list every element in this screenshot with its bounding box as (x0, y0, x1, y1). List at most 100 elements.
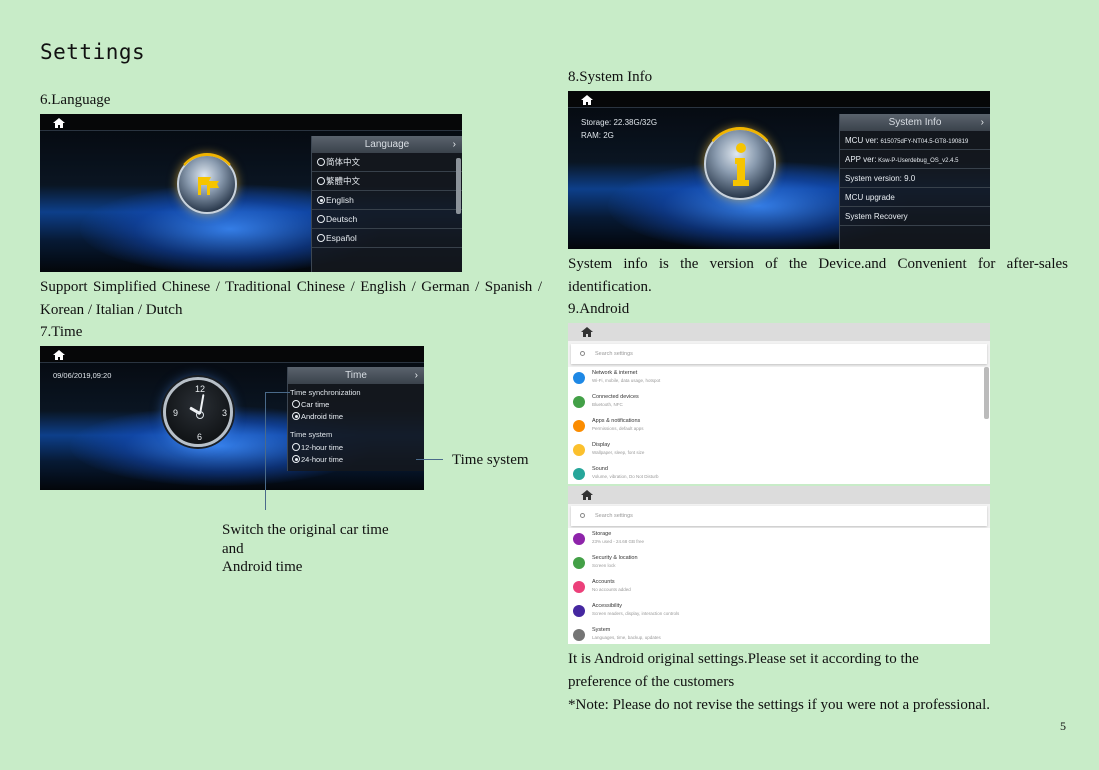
settings-list-item[interactable]: Network & internet Wi-Fi, mobile, data us… (568, 367, 990, 391)
settings-list-item[interactable]: Connected devices Bluetooth, NFC (568, 391, 990, 415)
storage-readout: Storage: 22.38G/32G (581, 118, 658, 127)
settings-item-title: Storage (592, 531, 612, 537)
time-system-option[interactable]: 24-hour time (292, 454, 343, 466)
radio-unchecked-icon[interactable] (292, 400, 300, 408)
system-info-section-label: 8.System Info (568, 69, 653, 85)
scrollbar[interactable] (456, 158, 461, 214)
android-settings-screenshot-1: Search settings Network & internet Wi-Fi,… (568, 323, 990, 484)
home-icon (581, 95, 593, 105)
settings-list-item[interactable]: Sound Volume, vibration, Do Not Disturb (568, 463, 990, 484)
language-option[interactable]: 繁體中文 (312, 172, 462, 191)
system-info-row: APP ver: Ksw-P-Userdebug_OS_v2.4.5 (840, 150, 990, 169)
settings-item-subtitle: Bluetooth, NFC (592, 402, 623, 407)
language-option[interactable]: Español (312, 229, 462, 248)
system-info-rows: MCU ver: 615075dFY-NT04.5-GT8-190819 APP … (840, 131, 990, 226)
settings-category-icon (573, 420, 585, 432)
option-label: English (326, 195, 354, 205)
settings-category-icon (573, 372, 585, 384)
radio-unchecked-icon[interactable] (317, 234, 325, 242)
time-sync-option[interactable]: Car time (292, 399, 343, 411)
callout-switch-line-3: Android time (222, 559, 303, 575)
system-info-panel-header: System Info › (840, 114, 990, 131)
settings-list-item[interactable]: Storage 23% used - 24.68 GB free (568, 528, 990, 552)
info-orb-icon (703, 127, 777, 200)
search-input[interactable]: Search settings (571, 344, 987, 364)
scrollbar[interactable] (984, 367, 989, 419)
radio-checked-icon[interactable] (292, 412, 300, 420)
language-panel-header: Language › (312, 136, 462, 153)
system-info-value: Ksw-P-Userdebug_OS_v2.4.5 (876, 158, 959, 164)
radio-checked-icon[interactable] (292, 455, 300, 463)
radio-unchecked-icon[interactable] (317, 158, 325, 166)
language-orb-icon (176, 153, 238, 214)
system-info-key: APP ver: (845, 155, 877, 164)
callout-line (416, 459, 443, 460)
settings-list-item[interactable]: System Languages, time, backup, updates (568, 624, 990, 644)
language-option[interactable]: English (312, 191, 462, 210)
radio-unchecked-icon[interactable] (317, 177, 325, 185)
settings-list-item[interactable]: Accounts No accounts added (568, 576, 990, 600)
search-icon (580, 351, 585, 356)
system-info-row[interactable]: MCU upgrade (840, 188, 990, 207)
home-icon (581, 327, 593, 337)
settings-item-subtitle: Permissions, default apps (592, 426, 644, 431)
system-info-panel: System Info › MCU ver: 615075dFY-NT04.5-… (839, 114, 990, 249)
settings-item-title: Apps & notifications (592, 418, 641, 424)
chevron-right-icon[interactable]: › (981, 114, 984, 131)
android-settings-screenshot-2: Search settings Storage 23% used - 24.68 … (568, 486, 990, 644)
settings-list-item[interactable]: Apps & notifications Permissions, default… (568, 415, 990, 439)
settings-item-subtitle: Screen readers, display, interaction con… (592, 611, 680, 616)
time-section-label: 7.Time (40, 324, 83, 340)
time-system-options: 12-hour time 24-hour time (292, 442, 343, 466)
search-placeholder: Search settings (595, 513, 633, 519)
system-info-value: 615075dFY-NT04.5-GT8-190819 (878, 139, 969, 145)
chevron-right-icon[interactable]: › (453, 136, 456, 153)
settings-item-subtitle: 23% used - 24.68 GB free (592, 539, 645, 544)
settings-list-item[interactable]: Display Wallpaper, sleep, font size (568, 439, 990, 463)
time-panel: Time › Time synchronization Car time Andr… (287, 367, 424, 471)
system-info-row: MCU ver: 615075dFY-NT04.5-GT8-190819 (840, 131, 990, 150)
page-number: 5 (1060, 719, 1066, 733)
settings-item-subtitle: Wallpaper, sleep, font size (592, 450, 645, 455)
time-panel-header: Time › (288, 367, 424, 384)
callout-line (265, 392, 266, 510)
system-info-value: 9.0 (901, 174, 916, 183)
time-system-title: Time system (290, 430, 333, 439)
time-sync-option[interactable]: Android time (292, 411, 343, 423)
callout-switch-line-1: Switch the original car time (222, 522, 389, 538)
flags-icon (198, 177, 219, 195)
callout-time-system: Time system (452, 452, 529, 468)
settings-category-icon (573, 581, 585, 593)
option-label: 繁體中文 (326, 176, 361, 186)
search-input[interactable]: Search settings (571, 506, 987, 526)
top-bar (568, 486, 990, 504)
time-system-option[interactable]: 12-hour time (292, 442, 343, 454)
settings-list-item[interactable]: Accessibility Screen readers, display, in… (568, 600, 990, 624)
chevron-right-icon[interactable]: › (415, 367, 418, 384)
android-description-1: It is Android original settings.Please s… (568, 651, 919, 667)
language-option[interactable]: Deutsch (312, 210, 462, 229)
radio-unchecked-icon[interactable] (292, 443, 300, 451)
radio-checked-icon[interactable] (317, 196, 325, 204)
home-icon (581, 490, 593, 500)
system-info-key: System version: (845, 174, 902, 183)
top-bar (40, 114, 462, 131)
callout-switch-time: Switch the original car time and Android… (222, 521, 389, 577)
settings-list-item[interactable]: Security & location Screen lock (568, 552, 990, 576)
top-bar (40, 346, 424, 363)
callout-line (265, 392, 290, 393)
system-info-panel-title: System Info (888, 117, 942, 128)
android-description-2: preference of the customers (568, 674, 735, 690)
settings-category-icon (573, 629, 585, 641)
language-option[interactable]: 简体中文 (312, 153, 462, 172)
system-info-row[interactable]: System Recovery (840, 207, 990, 226)
language-description: Support Simplified Chinese / Traditional… (40, 279, 542, 318)
time-screenshot: 09/06/2019,09:20 12 3 6 9 Time › Time sy… (40, 346, 424, 490)
option-label: Español (326, 233, 357, 243)
home-icon (53, 118, 65, 128)
language-screenshot: Language › 简体中文繁體中文 English Deutsch Español (40, 114, 462, 272)
radio-unchecked-icon[interactable] (317, 215, 325, 223)
android-settings-list-2: Storage 23% used - 24.68 GB free Security … (568, 528, 990, 644)
language-panel-title: Language (364, 139, 410, 150)
top-bar (568, 91, 990, 108)
